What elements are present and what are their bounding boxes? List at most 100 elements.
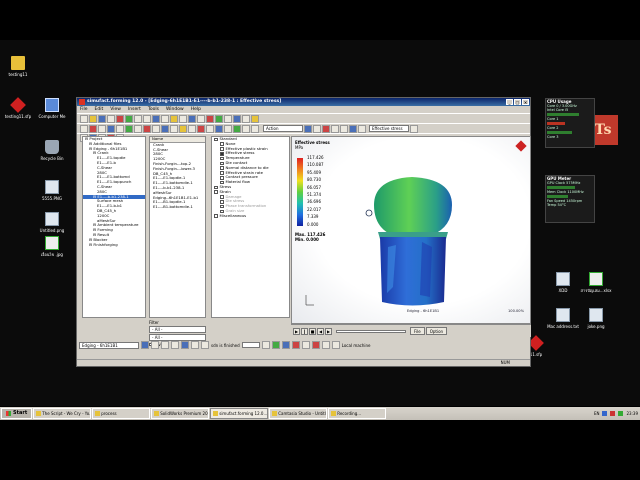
tool-icon[interactable] [89,124,97,133]
tool-icon[interactable] [261,341,270,349]
volume-icon[interactable] [618,411,624,416]
pause-icon[interactable]: ‖ [301,327,308,335]
tool-icon[interactable] [313,124,321,133]
ruler-icon[interactable] [242,114,250,123]
record-icon[interactable] [206,114,214,123]
stop-icon[interactable] [116,114,124,123]
tool-icon[interactable] [171,341,179,349]
taskbar-task[interactable]: Camtasia Studio - Untitle... [269,408,328,419]
menu-file[interactable]: File [80,106,88,113]
tool-icon[interactable] [311,341,320,349]
maximize-button[interactable]: □ [514,99,521,105]
desktop-icon[interactable]: Recycle Bin [34,140,70,161]
filter-combo[interactable]: - All - [149,326,206,333]
tool-icon[interactable] [170,124,178,133]
tool-icon[interactable] [291,341,300,349]
desktop-icon[interactable]: 5555.PNG [34,180,70,201]
new-icon[interactable] [80,114,88,123]
result-viewport[interactable]: Effective stress MPa 117.426 110.087 95.40… [291,136,531,324]
checkbox-box[interactable] [220,171,224,175]
stop-icon[interactable]: ■ [309,327,316,335]
tool-icon[interactable] [349,124,357,133]
tool-icon[interactable] [340,124,348,133]
checkbox-box[interactable] [220,161,224,166]
project-tree[interactable]: ⊟ Project ⊟ Additional files ⊟ Edging - 6h… [82,136,146,318]
list-item[interactable]: E1----B1-bottomdie-1 [150,204,205,210]
checkbox-box[interactable] [220,147,224,151]
security-icon[interactable] [610,411,616,416]
step-back-icon[interactable]: ◀ [317,327,324,335]
menu-help[interactable]: Help [191,106,201,113]
desktop-icon[interactable]: testing11.sfp [0,97,36,119]
time-slider[interactable] [336,329,406,333]
tool-icon[interactable] [304,124,312,133]
desktop-icon[interactable]: XDD [545,272,581,293]
checkbox-box[interactable] [214,185,218,190]
menu-insert[interactable]: Insert [128,106,141,113]
desktop-icon[interactable]: Untitled.png [34,212,70,233]
taskbar-task[interactable]: process [92,408,151,419]
desktop-icon[interactable]: Mac address.txt [545,308,581,329]
tool-icon[interactable] [321,341,330,349]
checkbox-box[interactable] [214,190,218,194]
redo-icon[interactable] [143,114,151,123]
result-type-item[interactable]: Miscellaneous [212,213,289,219]
play-icon[interactable]: ▶ [293,327,300,335]
step-forward-icon[interactable]: ▶ [325,327,332,335]
taskbar-task[interactable]: SolidWorks Premium 20... [151,408,210,419]
tool-icon[interactable] [143,124,151,133]
close-button[interactable]: × [522,99,529,105]
status-combo[interactable]: Edging - 6h1E1B1 [79,341,139,349]
tool-icon[interactable] [281,341,290,349]
object-list[interactable]: Name Crank C-Shear 280C 1200C Finish-Forgin-… [149,136,206,318]
tool-icon[interactable] [161,341,169,349]
network-icon[interactable] [602,411,608,416]
tool-icon[interactable] [152,124,160,133]
menu-edit[interactable]: Edit [95,106,104,113]
taskbar-task[interactable]: Recording... [328,408,387,419]
mesh-icon[interactable] [215,114,223,123]
tool-icon[interactable] [301,341,310,349]
pan-icon[interactable] [197,114,205,123]
language-indicator[interactable]: EN [594,411,600,416]
tool-icon[interactable] [224,124,232,133]
zoom-icon[interactable] [152,114,160,123]
tool-icon[interactable] [125,124,133,133]
tool-icon[interactable] [206,124,214,133]
start-button[interactable]: Start [1,408,33,419]
tool-icon[interactable] [251,124,259,133]
tool-icon[interactable] [161,124,169,133]
tool-icon[interactable] [98,124,106,133]
checkbox-box[interactable] [220,176,224,180]
tool-icon[interactable] [191,341,199,349]
tool-icon[interactable] [322,124,330,133]
result-combo[interactable]: Effective stress [369,125,409,132]
checkbox-box[interactable] [220,156,224,161]
menu-view[interactable]: View [110,106,121,113]
desktop-icon[interactable]: สารบัญเล่ม...xlsx [578,272,614,293]
tool-icon[interactable] [233,124,241,133]
tool-icon[interactable] [116,124,124,133]
checkbox-box[interactable] [220,152,224,156]
window-titlebar[interactable]: simufact.forming 12.0 - [Edging-6h1E1B1-… [77,98,530,106]
tool-icon[interactable] [134,124,142,133]
desktop-icon[interactable]: joke.png [578,308,614,329]
tool-icon[interactable] [410,124,418,133]
taskbar-task[interactable]: The Script - We Cry - Yo... [33,408,92,419]
tool-icon[interactable] [271,341,280,349]
file-button[interactable]: File [410,327,425,335]
menu-window[interactable]: Window [166,106,184,113]
tool-icon[interactable] [358,124,366,133]
tool-icon[interactable] [215,124,223,133]
menu-tools[interactable]: Tools [148,106,159,113]
run-icon[interactable] [125,114,133,123]
tool-icon[interactable] [201,341,209,349]
option-button[interactable]: Option [425,327,448,335]
tool-icon[interactable] [141,341,149,349]
fit-icon[interactable] [161,114,169,123]
tool-icon[interactable] [107,124,115,133]
checkbox-box[interactable] [220,142,224,146]
open-icon[interactable] [89,114,97,123]
action-combo[interactable]: Action [263,125,303,132]
clock[interactable]: 23:39 [626,411,638,416]
